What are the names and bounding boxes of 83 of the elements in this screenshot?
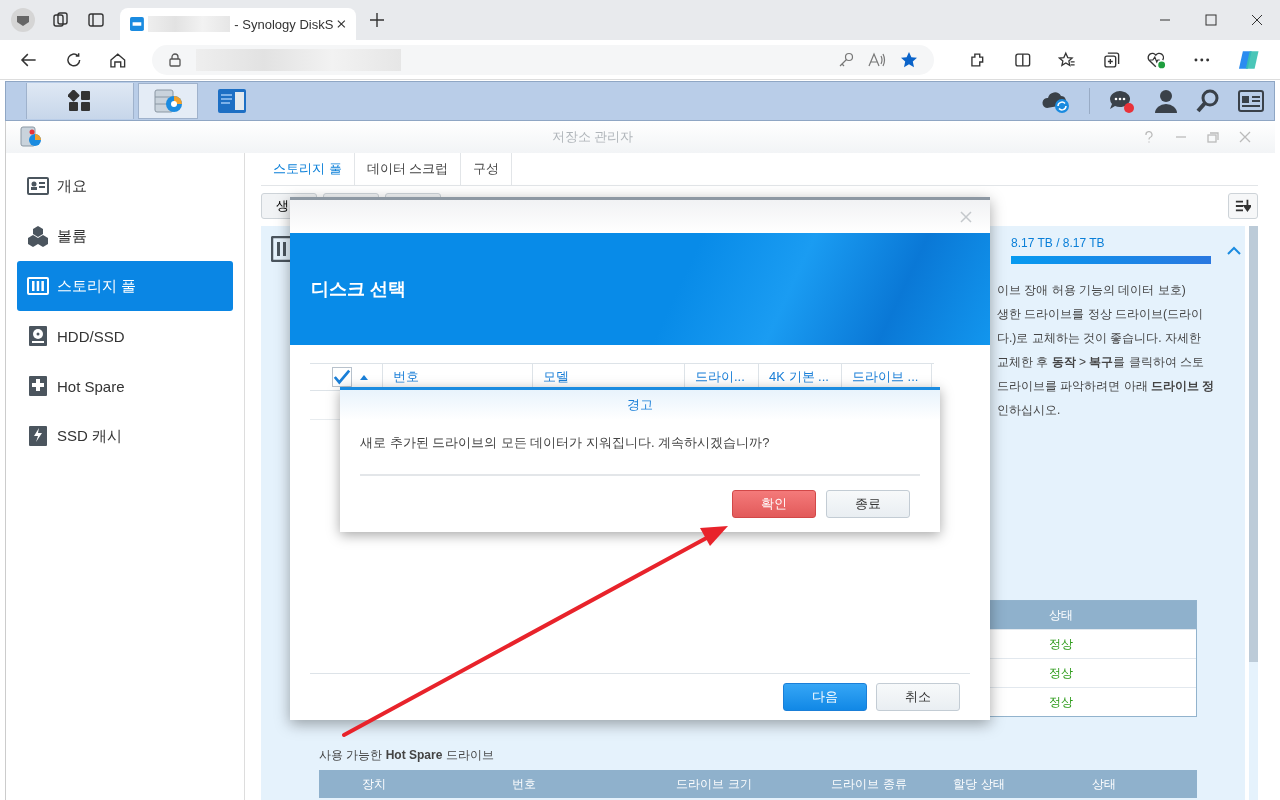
dialog-title: 디스크 선택 [311,278,406,301]
more-icon[interactable] [1193,57,1210,62]
sidebar-label: 볼륨 [57,226,87,246]
description-text: 이브 장애 허용 기능의 데이터 보호) [996,282,1187,299]
scrollbar[interactable] [1249,226,1258,800]
select-all-checkbox[interactable] [332,367,352,387]
description-text: 교체한 후 동작 > 복구를 클릭하여 스토 [996,354,1206,371]
maximize-icon[interactable] [1205,14,1217,26]
storage-manager-icon [153,88,183,114]
storage-pool-icon [27,275,49,297]
warning-message: 새로 추가된 드라이브의 모든 데이터가 지워집니다. 계속하시겠습니까? [359,434,771,452]
overview-icon [27,175,49,197]
description-text: 다.)로 교체하는 것이 좋습니다. 자세한 [996,330,1202,347]
main-menu-button[interactable] [26,83,134,119]
column-header: 드라이브 크기 [675,775,753,793]
widgets-icon[interactable] [1238,90,1264,112]
description-text: 드라이브를 파악하려면 아래 드라이브 정 [996,378,1213,395]
dialog-title: 경고 [627,396,653,414]
sidebar-item[interactable]: HDD/SSD [17,311,233,361]
cancel-button[interactable]: 취소 [876,683,960,711]
tab[interactable]: 스토리지 풀 [261,153,355,185]
profile-icon[interactable] [10,7,36,33]
sidebar-item[interactable]: Hot Spare [17,361,233,411]
sidebar-label: 스토리지 풀 [57,276,137,296]
tab-actions-icon[interactable] [88,12,104,28]
read-aloud-icon[interactable] [868,51,887,68]
storage-manager-app-button[interactable] [138,83,198,119]
status-cell-text: 정상 [1048,664,1074,682]
sidebar-label: HDD/SSD [57,327,125,345]
drive-icon [27,325,49,347]
sidebar-label: Hot Spare [57,377,125,395]
section-title: 사용 가능한 Hot Spare 드라이브 [319,747,495,764]
sidebar-label: SSD 캐시 [57,426,122,446]
column-header: 드라이브 종류 [830,775,908,793]
sidebar-label: 개요 [57,176,87,196]
sort-ascending-icon[interactable] [360,374,368,380]
column-header: 할당 상태 [952,775,1006,793]
window-title: 저장소 관리자 [551,128,634,146]
sidebar-item[interactable]: SSD 캐시 [17,411,233,461]
sidebar-item[interactable]: 볼륨 [17,211,233,261]
browser-tab[interactable]: - Synology DiskS [120,8,356,40]
apps-grid-icon [68,90,92,112]
column-header: 상태 [1091,775,1117,793]
sidebar-item[interactable]: 개요 [17,161,233,211]
star-icon[interactable] [900,50,919,69]
sort-icon [1235,198,1251,214]
column-header: 상태 [1048,606,1074,624]
sort-button[interactable] [1228,193,1258,219]
workspaces-icon[interactable] [52,11,70,29]
description-text: 생한 드라이브를 정상 드라이브(드라이 [996,306,1204,323]
collections-icon[interactable] [1102,50,1121,69]
status-cell-text: 정상 [1048,635,1074,653]
plus-drive-icon [27,375,49,397]
close-icon[interactable] [1251,14,1263,26]
scrollbar-thumb[interactable] [1249,226,1258,662]
search-icon[interactable] [1196,89,1220,113]
column-header: 번호 [511,775,537,793]
sidebar-item[interactable]: 스토리지 풀 [17,261,233,311]
favorites-icon[interactable] [1058,50,1076,69]
close-button[interactable]: 종료 [826,490,910,518]
chat-icon[interactable] [1108,88,1136,114]
close-icon[interactable] [337,19,346,29]
status-cell-text: 정상 [1048,693,1074,711]
dsm-icon [130,16,144,32]
tab[interactable]: 데이터 스크럽 [354,153,462,185]
refresh-icon[interactable] [64,50,83,69]
tab-title: - Synology DiskS [234,16,334,32]
heart-pulse-icon[interactable] [1147,50,1167,69]
key-icon[interactable] [838,51,855,68]
split-screen-icon[interactable] [1013,50,1032,69]
new-tab-icon[interactable] [370,13,384,27]
lightning-drive-icon [27,425,49,447]
column-header: 장치 [361,775,387,793]
description-text: 인하십시오. [996,402,1062,419]
user-icon[interactable] [1154,89,1178,113]
app-window-icon [217,88,247,114]
cubes-icon [27,225,49,247]
lock-icon [167,52,182,67]
home-icon[interactable] [109,50,127,69]
collapse-icon[interactable] [1227,246,1241,255]
storage-manager-icon [20,126,42,148]
usage-text: 8.17 TB / 8.17 TB [1011,236,1106,250]
tab[interactable]: 구성 [461,153,513,185]
